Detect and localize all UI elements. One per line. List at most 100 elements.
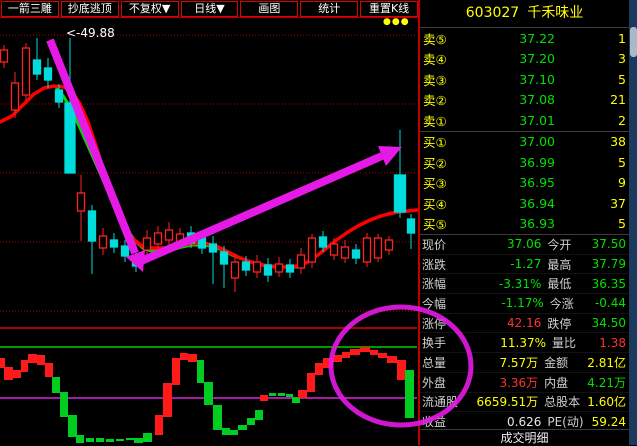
- stat-value: 1.38: [598, 336, 629, 350]
- level-volume: 21: [555, 92, 629, 107]
- stat-row: 现价37.06今开37.50: [420, 235, 629, 255]
- panel-scrollbar[interactable]: [629, 0, 637, 445]
- stat-row: 总量7.57万金额2.81亿: [420, 353, 629, 373]
- toolbar-button-1[interactable]: 抄底逃顶: [61, 1, 119, 17]
- stat-label: 今涨: [544, 295, 595, 312]
- stat-value: -3.31%: [464, 277, 541, 291]
- quote-level-row[interactable]: 买③36.959: [420, 173, 629, 194]
- toolbar-button-3[interactable]: 日线▼: [181, 1, 239, 17]
- stat-label: 总股本: [538, 393, 587, 410]
- stock-code: 603027: [466, 5, 519, 21]
- stat-value: 37.06: [464, 237, 541, 251]
- level-volume: 5: [555, 72, 629, 87]
- scrollbar-thumb[interactable]: [630, 27, 637, 57]
- stat-label: 涨跌: [420, 256, 464, 273]
- toolbar-button-5[interactable]: 统计: [300, 1, 358, 17]
- stat-row: 涨幅-3.31%最低36.35: [420, 274, 629, 294]
- toolbar-button-2[interactable]: 不复权▼: [121, 1, 179, 17]
- stat-value: 3.36万: [463, 374, 538, 391]
- quote-level-row[interactable]: 卖③37.105: [420, 69, 629, 90]
- stock-title: 603027 千禾味业: [420, 0, 629, 28]
- quote-level-row[interactable]: 买②36.995: [420, 152, 629, 173]
- toolbar-button-0[interactable]: 一箭三雕: [1, 1, 59, 17]
- stat-label: 最低: [541, 275, 591, 292]
- stat-value: -1.17%: [465, 296, 544, 310]
- toolbar: 一箭三雕抄底逃顶不复权▼日线▼画图统计重置K线: [0, 0, 419, 18]
- stat-value: 6659.51万: [463, 393, 538, 410]
- stat-value: 1.60亿: [587, 393, 629, 410]
- quote-level-row[interactable]: 买④36.9437: [420, 193, 629, 214]
- stat-row: 流通股6659.51万总股本1.60亿: [420, 393, 629, 413]
- quote-level-row[interactable]: 买①37.0038: [420, 132, 629, 153]
- level-price: 37.08: [463, 92, 555, 107]
- stat-row: 外盘3.36万内盘4.21万: [420, 373, 629, 393]
- level-label: 卖⑤: [420, 29, 463, 48]
- level-label: 卖③: [420, 70, 463, 89]
- level-label: 买②: [420, 153, 463, 172]
- stat-label: 跌停: [541, 315, 591, 332]
- stat-value: 37.79: [592, 257, 629, 271]
- stat-value: 36.35: [592, 277, 629, 291]
- toolbar-button-4[interactable]: 画图: [240, 1, 298, 17]
- stat-row: 今幅-1.17%今涨-0.44: [420, 294, 629, 314]
- toolbar-button-6[interactable]: 重置K线: [360, 1, 418, 17]
- level-price: 36.95: [463, 175, 555, 190]
- price-annotation-label: <-49.88: [66, 26, 115, 40]
- stock-stats: 现价37.06今开37.50涨跌-1.27最高37.79 涨幅-3.31%最低36…: [420, 235, 629, 432]
- stat-value: -1.27: [464, 257, 541, 271]
- quote-level-row[interactable]: 卖④37.203: [420, 49, 629, 70]
- quote-level-row[interactable]: 卖①37.012: [420, 110, 629, 131]
- stat-value: 11.37%: [466, 336, 546, 350]
- level-price: 36.99: [463, 155, 555, 170]
- more-options-icon[interactable]: ●●●: [383, 17, 410, 27]
- quote-level-row[interactable]: 卖②37.0821: [420, 90, 629, 111]
- level-label: 卖①: [420, 111, 463, 130]
- stat-label: 内盘: [538, 374, 587, 391]
- level-price: 37.10: [463, 72, 555, 87]
- stat-label: 今幅: [420, 295, 465, 312]
- level-label: 买④: [420, 194, 463, 213]
- stat-label: 涨幅: [420, 275, 464, 292]
- level-price: 37.20: [463, 51, 555, 66]
- level-label: 卖②: [420, 90, 463, 109]
- stat-value: 37.50: [592, 237, 629, 251]
- level-volume: 2: [555, 113, 629, 128]
- quote-panel: 603027千禾味业 卖⑤37.221卖④37.203卖③37.105卖②37.…: [420, 0, 629, 445]
- level-label: 卖④: [420, 49, 463, 68]
- level-price: 37.22: [463, 31, 555, 46]
- level-volume: 5: [555, 216, 629, 231]
- stat-label: 最高: [541, 256, 591, 273]
- level-price: 37.01: [463, 113, 555, 128]
- level-volume: 37: [555, 196, 629, 211]
- stat-label: 收益: [420, 413, 464, 430]
- stat-label: 总量: [420, 354, 463, 371]
- level-price: 37.00: [463, 134, 555, 149]
- sell-levels: 卖⑤37.221卖④37.203卖③37.105卖②37.0821卖①37.01…: [420, 28, 629, 132]
- stat-label: 流通股: [420, 393, 463, 410]
- level-label: 买⑤: [420, 214, 463, 233]
- stat-label: 换手: [420, 334, 466, 351]
- stat-label: 今开: [541, 236, 591, 253]
- stat-label: 金额: [538, 354, 587, 371]
- stat-row: 换手11.37%量比1.38: [420, 333, 629, 353]
- stat-label: 外盘: [420, 374, 463, 391]
- stat-value: 0.626: [464, 415, 541, 429]
- level-volume: 38: [555, 134, 629, 149]
- stat-value: 59.24: [592, 415, 629, 429]
- stat-row: 涨停42.16跌停34.50: [420, 314, 629, 334]
- trade-detail-tab[interactable]: 成交明细: [420, 429, 629, 446]
- stat-value: 4.21万: [587, 374, 629, 391]
- stock-chart[interactable]: [0, 18, 419, 445]
- quote-level-row[interactable]: 卖⑤37.221: [420, 28, 629, 49]
- stat-label: PE(动): [541, 413, 591, 430]
- stat-label: 涨停: [420, 315, 464, 332]
- quote-level-row[interactable]: 买⑤36.935: [420, 214, 629, 235]
- level-volume: 5: [555, 155, 629, 170]
- stock-name: 千禾味业: [527, 5, 583, 21]
- stat-value: 42.16: [464, 316, 541, 330]
- stat-label: 量比: [546, 334, 598, 351]
- level-volume: 1: [555, 31, 629, 46]
- level-label: 买③: [420, 173, 463, 192]
- stat-value: -0.44: [595, 296, 629, 310]
- level-price: 36.93: [463, 216, 555, 231]
